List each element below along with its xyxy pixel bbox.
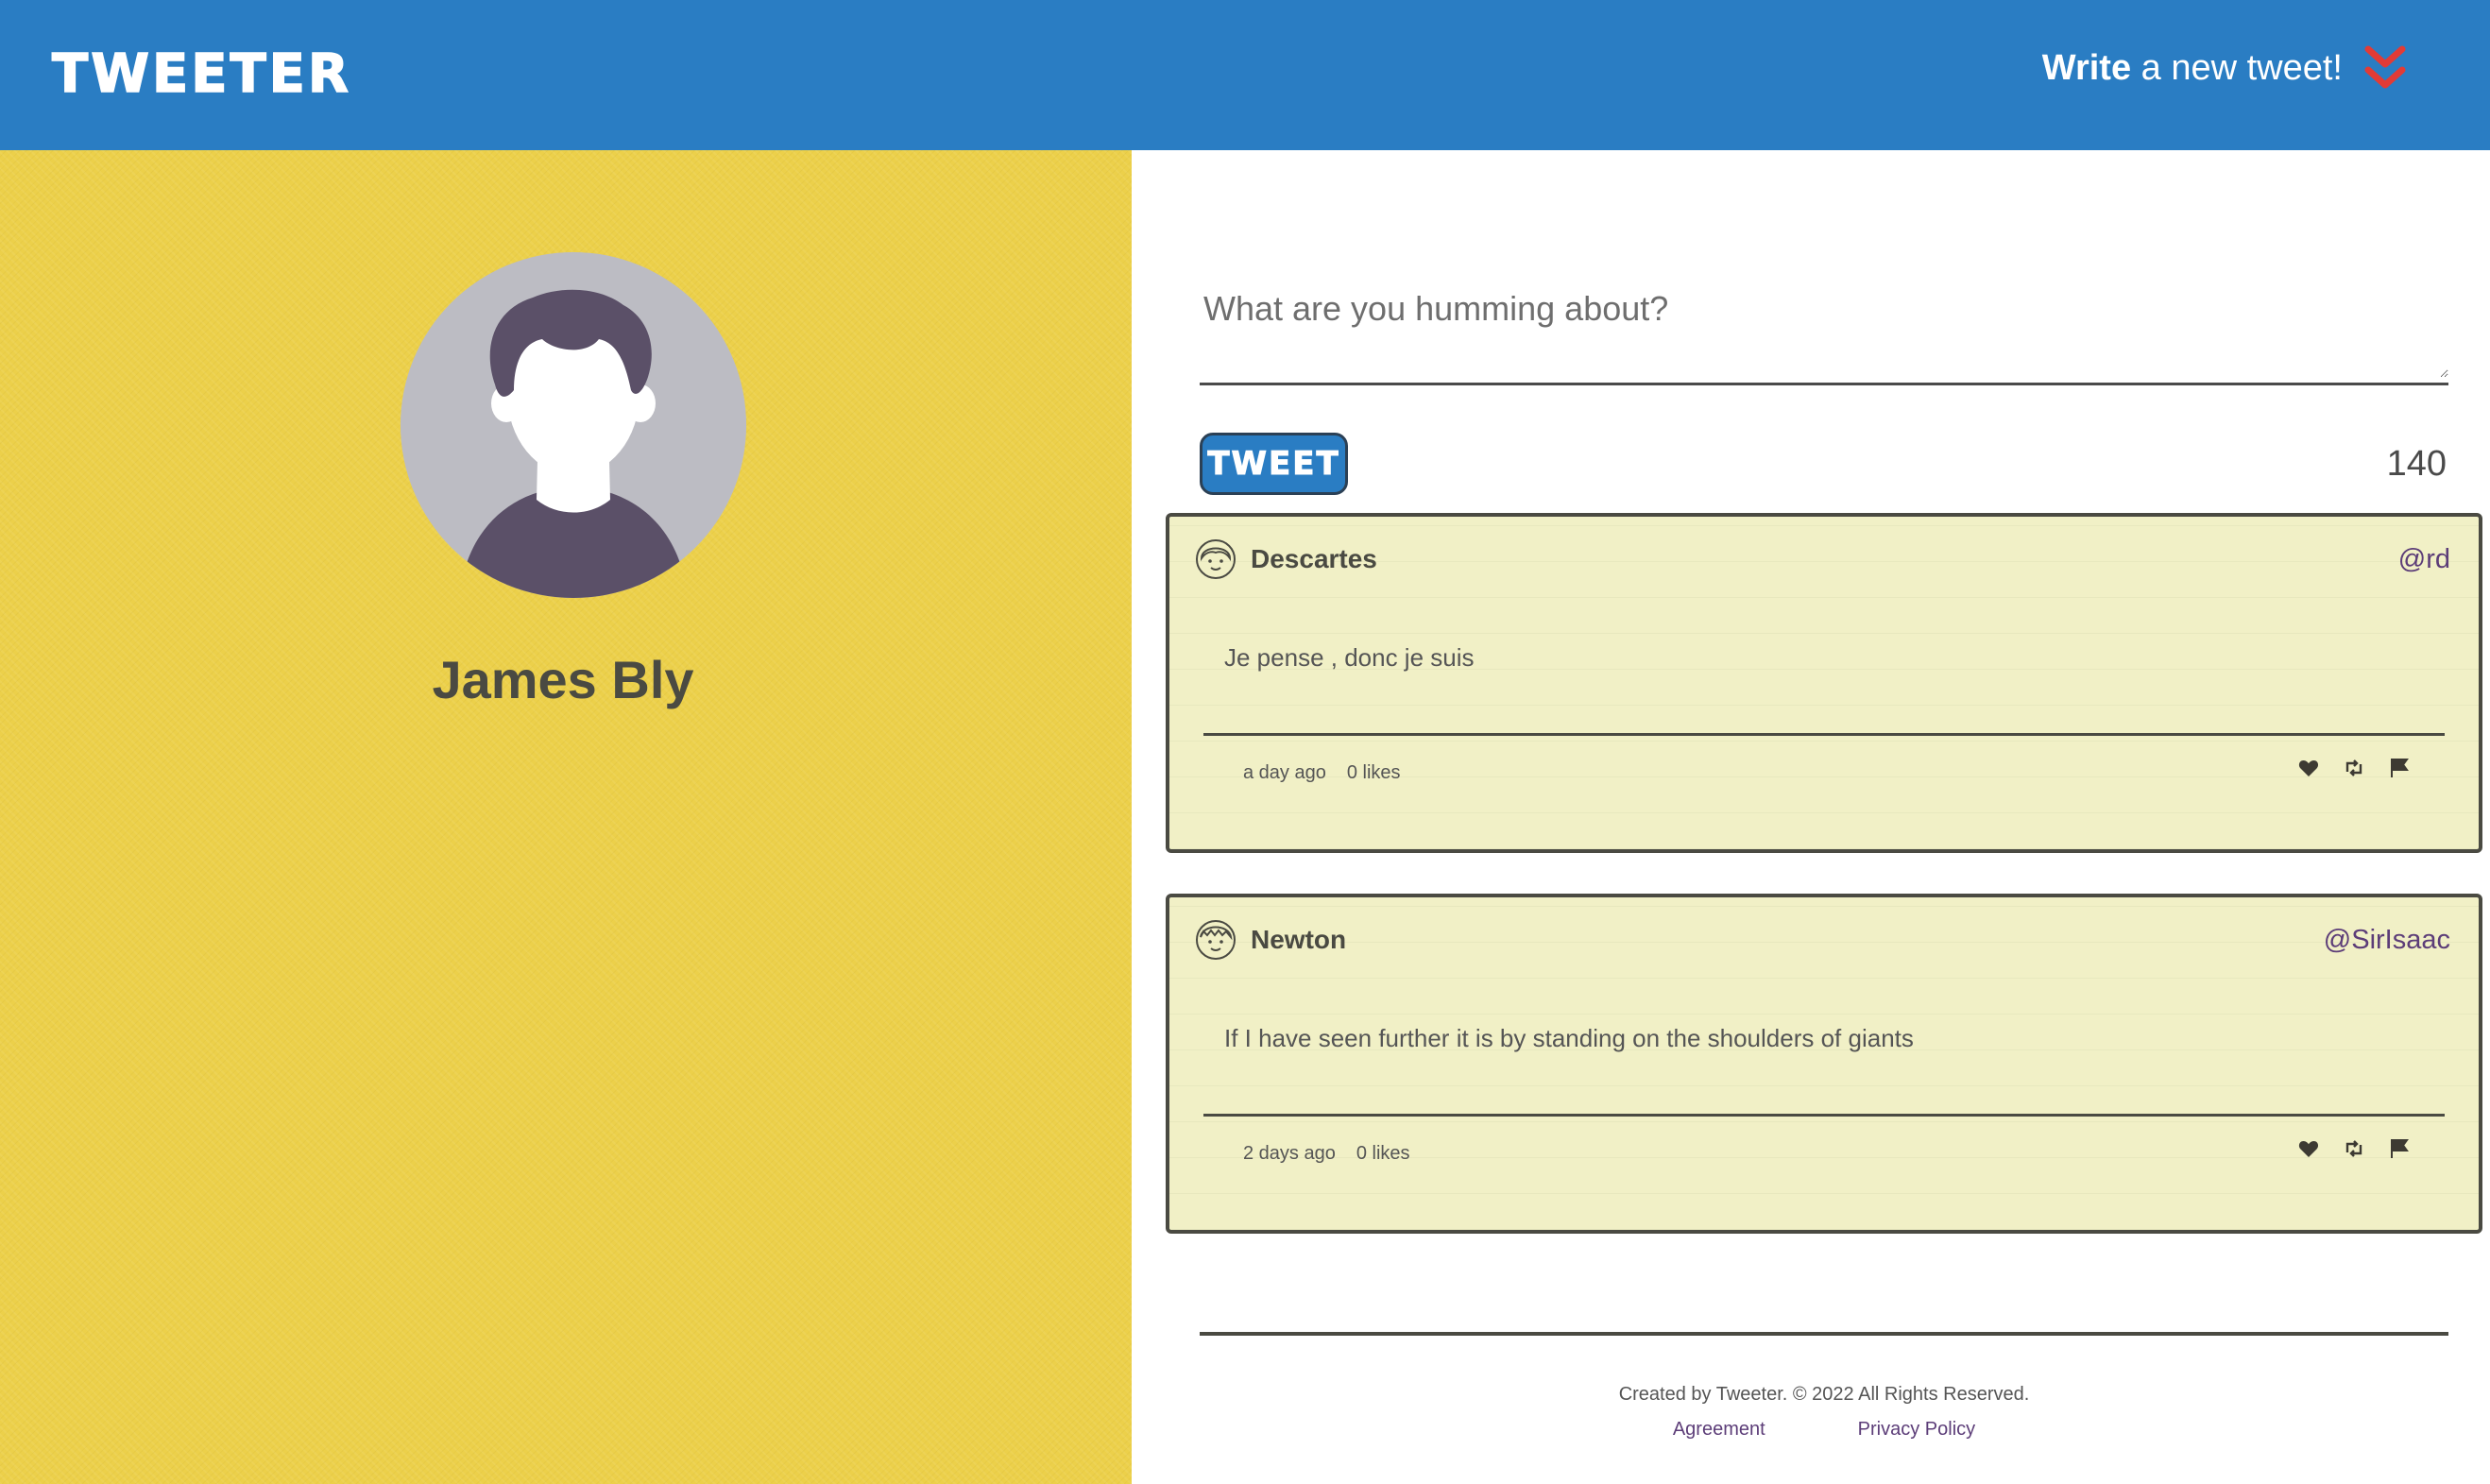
tweet-timestamp: a day ago xyxy=(1243,762,1326,783)
footer-copyright: Created by Tweeter. © 2022 All Rights Re… xyxy=(1618,1384,2030,1405)
tweet-author-name[interactable]: Descartes xyxy=(1251,544,1377,574)
tweet-text: Je pense , donc je suis xyxy=(1224,643,1475,672)
tweet-composer-field xyxy=(1200,255,2448,385)
tweet-header: Descartes @rd xyxy=(1194,536,2450,583)
tweet-submit-button[interactable]: TWEET xyxy=(1200,433,1348,495)
retweet-icon[interactable] xyxy=(2343,757,2365,779)
tweet-author-name[interactable]: Newton xyxy=(1251,925,1346,955)
tweet-divider xyxy=(1203,1114,2445,1117)
profile-name: James Bly xyxy=(432,650,694,709)
footer-link-privacy-policy[interactable]: Privacy Policy xyxy=(1858,1419,1975,1441)
retweet-icon[interactable] xyxy=(2343,1137,2365,1160)
user-face-icon xyxy=(1196,920,1236,960)
tweet-card: Newton @SirIsaac If I have seen further … xyxy=(1166,894,2482,1234)
tweet-meta: 2 days ago 0 likes xyxy=(1243,1143,1410,1165)
profile-panel: James Bly xyxy=(0,150,1132,1484)
write-label-strong: Write xyxy=(2041,47,2132,88)
tweet-likes-count: 0 likes xyxy=(1346,762,1401,783)
tweet-text: If I have seen further it is by standing… xyxy=(1224,1024,1914,1052)
footer-link-agreement[interactable]: Agreement xyxy=(1673,1419,1765,1441)
character-counter: 140 xyxy=(2386,444,2447,484)
double-chevron-down-icon[interactable] xyxy=(2363,43,2407,93)
tweet-timestamp: 2 days ago xyxy=(1243,1143,1336,1164)
top-nav-bar: TWEETER Write a new tweet! xyxy=(0,0,2490,150)
footer-divider xyxy=(1200,1332,2448,1336)
write-new-tweet-label: Write a new tweet! xyxy=(2042,48,2343,89)
heart-icon[interactable] xyxy=(2297,757,2320,779)
footer-links: Agreement Privacy Policy xyxy=(1200,1419,2448,1441)
profile-avatar xyxy=(401,252,746,598)
write-new-tweet-toggle[interactable]: Write a new tweet! xyxy=(2042,43,2407,93)
user-avatar-illustration xyxy=(401,252,746,598)
tweet-header: Newton @SirIsaac xyxy=(1194,916,2450,964)
user-face-icon xyxy=(1196,539,1236,579)
tweet-actions xyxy=(2297,1137,2411,1160)
flag-icon[interactable] xyxy=(2388,1137,2411,1160)
tweet-meta: a day ago 0 likes xyxy=(1243,762,1401,784)
tweet-text-input[interactable] xyxy=(1200,255,2448,378)
tweet-likes-count: 0 likes xyxy=(1356,1143,1410,1164)
tweet-divider xyxy=(1203,733,2445,736)
brand-logo[interactable]: TWEETER xyxy=(51,43,351,106)
flag-icon[interactable] xyxy=(2388,757,2411,779)
heart-icon[interactable] xyxy=(2297,1137,2320,1160)
tweet-card: Descartes @rd Je pense , donc je suis a … xyxy=(1166,513,2482,853)
tweet-author-handle[interactable]: @SirIsaac xyxy=(2324,925,2450,956)
tweet-author-handle[interactable]: @rd xyxy=(2398,544,2450,575)
write-label-rest: a new tweet! xyxy=(2131,47,2343,88)
tweet-actions xyxy=(2297,757,2411,779)
